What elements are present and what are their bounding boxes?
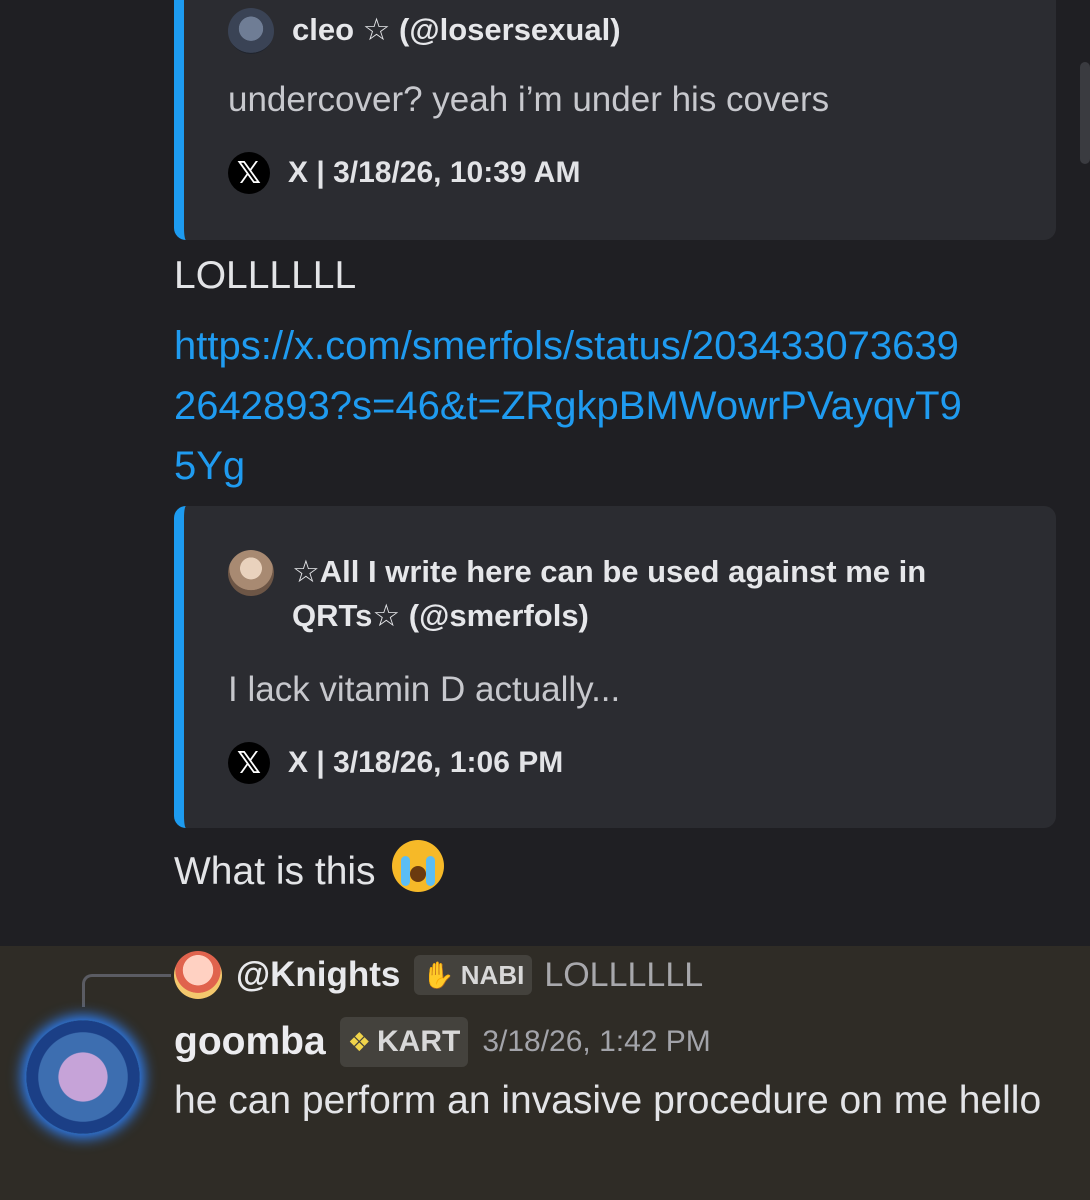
embed-author-avatar xyxy=(228,8,274,54)
kart-tag: ❖ KART xyxy=(339,1017,469,1067)
embed-author-row: ☆All I write here can be used against me… xyxy=(228,550,1028,638)
reply-reference[interactable]: @Knights ✋ NABI LOLLLLLL xyxy=(174,950,703,1000)
tweet-embed-cleo[interactable]: cleo ☆ (@losersexual) undercover? yeah i… xyxy=(174,0,1056,240)
nabi-tag-icon: ✋ xyxy=(422,959,455,990)
embed-tweet-text: undercover? yeah i’m under his covers xyxy=(228,80,830,119)
embed-footer-text: X | 3/18/26, 1:06 PM xyxy=(288,746,564,779)
embed-footer: 𝕏 X | 3/18/26, 1:06 PM xyxy=(228,742,563,784)
embed-footer: 𝕏 X | 3/18/26, 10:39 AM xyxy=(228,152,580,194)
message-text: LOLLLLLL xyxy=(174,254,357,297)
message-author-name[interactable]: goomba xyxy=(174,1020,326,1064)
nabi-tag: ✋ NABI xyxy=(414,955,533,995)
loudly-crying-face-icon xyxy=(392,840,445,892)
chat-view: cleo ☆ (@losersexual) undercover? yeah i… xyxy=(0,0,1090,1200)
message-header: goomba ❖ KART 3/18/26, 1:42 PM xyxy=(174,1014,711,1070)
embed-tweet-text: I lack vitamin D actually... xyxy=(228,670,621,709)
x-logo-icon: 𝕏 xyxy=(228,742,270,784)
avatar[interactable] xyxy=(26,1020,140,1134)
message-timestamp: 3/18/26, 1:42 PM xyxy=(482,1025,711,1058)
x-logo-icon: 𝕏 xyxy=(228,152,270,194)
tweet-embed-smerfols[interactable]: ☆All I write here can be used against me… xyxy=(174,506,1056,828)
reply-avatar xyxy=(174,951,222,999)
reply-connector xyxy=(82,974,171,1007)
embed-author-name[interactable]: ☆All I write here can be used against me… xyxy=(292,550,926,638)
embed-author-name[interactable]: cleo ☆ (@losersexual) xyxy=(292,8,621,52)
kart-tag-icon: ❖ xyxy=(347,1026,371,1057)
embed-footer-text: X | 3/18/26, 10:39 AM xyxy=(288,156,581,189)
message-body: he can perform an invasive procedure on … xyxy=(174,1079,1042,1122)
message-text: What is this xyxy=(174,840,445,894)
embed-author-avatar xyxy=(228,550,274,596)
scrollbar[interactable] xyxy=(1080,62,1090,164)
embed-author-row: cleo ☆ (@losersexual) xyxy=(228,8,621,54)
reply-preview-text[interactable]: LOLLLLLL xyxy=(544,956,703,995)
tweet-link[interactable]: https://x.com/smerfols/status/2034330736… xyxy=(174,316,974,496)
reply-author-name[interactable]: @Knights xyxy=(236,955,400,995)
